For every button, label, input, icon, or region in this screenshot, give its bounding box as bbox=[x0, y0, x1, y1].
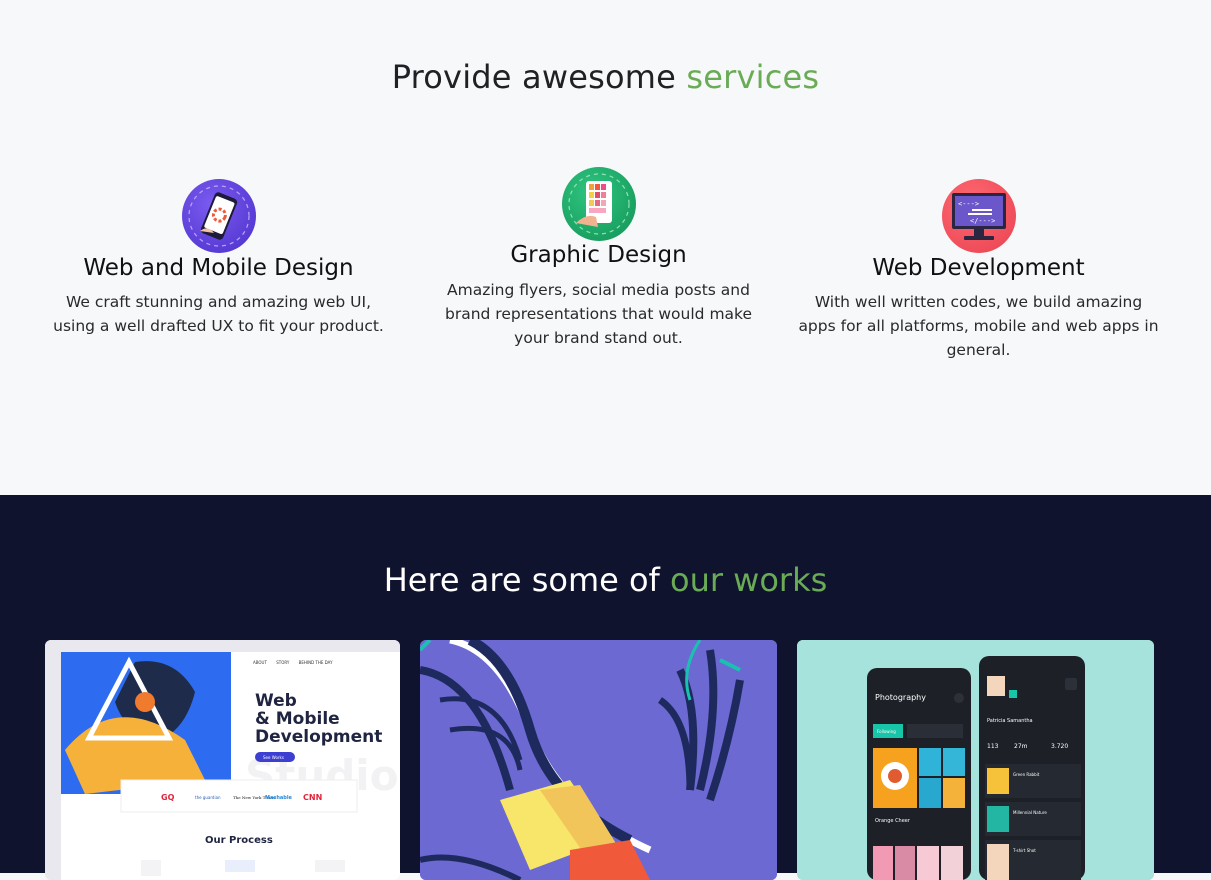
service-description: With well written codes, we build amazin… bbox=[798, 293, 1159, 359]
services-heading-main: Provide awesome bbox=[391, 58, 677, 96]
thumb-cta: See Works bbox=[263, 755, 284, 760]
logo-gq: GQ bbox=[161, 793, 175, 802]
works-section: Here are some of our works ABOUT STORY B… bbox=[0, 495, 1211, 880]
app-stat-2: 27m bbox=[1014, 743, 1028, 750]
work-card-app[interactable]: Photography Following Orange Cheer Patri… bbox=[797, 640, 1154, 880]
services-heading: Provide awesome services bbox=[0, 58, 1211, 96]
service-description: We craft stunning and amazing web UI, us… bbox=[53, 293, 384, 335]
services-section: Provide awesome services Web and Mobile … bbox=[0, 0, 1211, 495]
mobile-design-icon bbox=[181, 179, 256, 253]
service-title: Web and Mobile Design bbox=[83, 255, 354, 281]
work-thumbnail-web: ABOUT STORY BEHIND THE DAY Studio Web & … bbox=[45, 640, 400, 880]
thumb-headline-2: & Mobile bbox=[255, 709, 340, 729]
app-list-item: Millennial Nature bbox=[1013, 810, 1047, 815]
app-stat-1: 113 bbox=[987, 743, 999, 750]
svg-text:<--->: <---> bbox=[958, 200, 979, 208]
svg-text:</--->: </---> bbox=[970, 217, 995, 225]
app-stat-3: 3.720 bbox=[1051, 743, 1068, 750]
service-description: Amazing flyers, social media posts and b… bbox=[445, 281, 752, 347]
app-card-caption: Orange Cheer bbox=[875, 818, 911, 824]
work-card-web-mobile[interactable]: ABOUT STORY BEHIND THE DAY Studio Web & … bbox=[45, 640, 400, 880]
works-heading: Here are some of our works bbox=[0, 561, 1211, 599]
thumb-process-title: Our Process bbox=[205, 835, 273, 846]
thumb-headline-1: Web bbox=[255, 691, 297, 711]
code-monitor-icon: <---> </---> bbox=[941, 179, 1016, 253]
thumb-headline-3: Development bbox=[255, 727, 382, 747]
app-list-item: Green Rabbit bbox=[1013, 772, 1040, 777]
services-heading-accent: services bbox=[686, 58, 820, 96]
work-card-graphic[interactable] bbox=[420, 640, 777, 880]
service-title: Web Development bbox=[872, 255, 1085, 281]
work-thumbnail-app: Photography Following Orange Cheer Patri… bbox=[797, 640, 1154, 880]
works-heading-accent: our works bbox=[669, 561, 828, 599]
logo-guardian: the guardian bbox=[195, 795, 221, 800]
app-list-item: T-shirt Shot bbox=[1012, 848, 1036, 853]
service-title: Graphic Design bbox=[510, 242, 687, 268]
app-profile-name: Patricia Samantha bbox=[987, 718, 1033, 724]
works-heading-main: Here are some of bbox=[383, 561, 660, 599]
work-thumbnail-illustration bbox=[420, 640, 777, 880]
color-palette-icon bbox=[561, 167, 636, 241]
app-title: Photography bbox=[875, 693, 926, 702]
app-tab-active: Following bbox=[877, 729, 896, 734]
logo-cnn: CNN bbox=[303, 793, 322, 802]
logo-mashable: Mashable bbox=[265, 795, 293, 801]
